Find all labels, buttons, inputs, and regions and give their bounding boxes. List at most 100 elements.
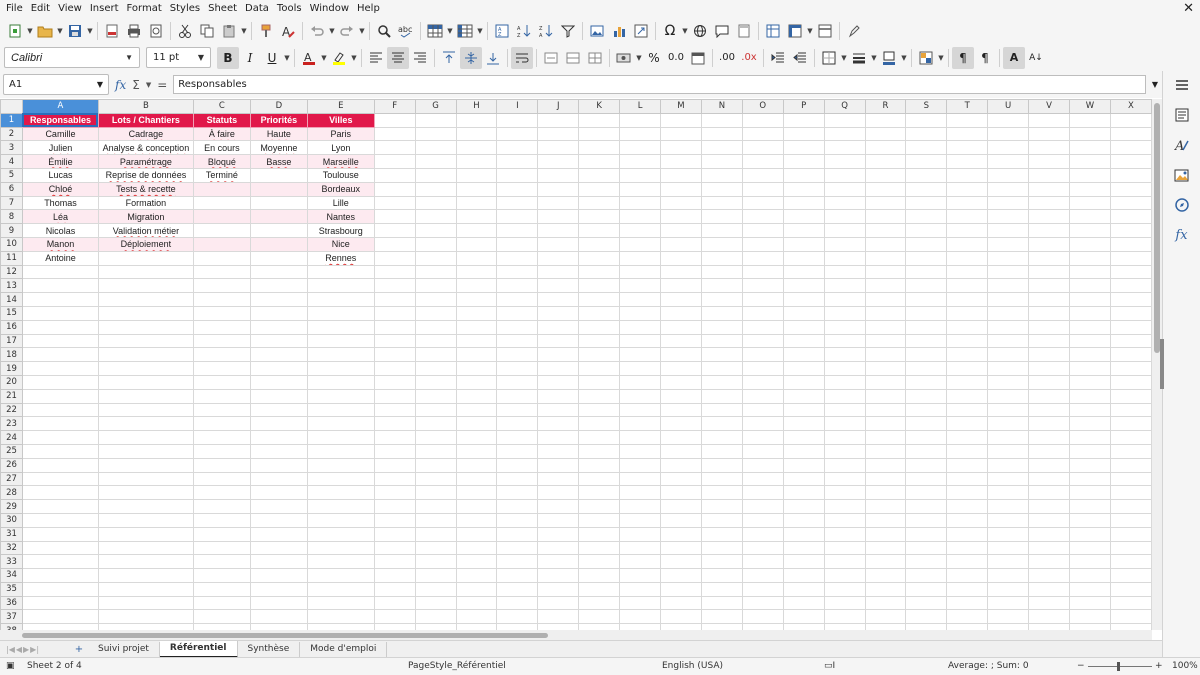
cell-c1[interactable]: Statuts bbox=[192, 112, 251, 128]
cell-p31[interactable] bbox=[782, 526, 825, 542]
cell-w4[interactable] bbox=[1069, 154, 1111, 169]
row-header-5[interactable]: 5 bbox=[0, 167, 23, 183]
cell-t2[interactable] bbox=[946, 126, 989, 142]
cell-j18[interactable] bbox=[537, 347, 580, 363]
cell-g36[interactable] bbox=[414, 595, 457, 611]
cell-f4[interactable] bbox=[373, 154, 416, 169]
cell-k26[interactable] bbox=[578, 457, 621, 473]
cell-p37[interactable] bbox=[782, 609, 825, 625]
cell-q17[interactable] bbox=[823, 333, 866, 349]
cell-u15[interactable] bbox=[987, 305, 1030, 321]
cell-g13[interactable] bbox=[414, 278, 457, 294]
cell-s15[interactable] bbox=[905, 305, 948, 321]
cell-r26[interactable] bbox=[864, 457, 907, 473]
row-header-18[interactable]: 18 bbox=[0, 347, 23, 363]
cell-f31[interactable] bbox=[373, 526, 416, 542]
cell-g14[interactable] bbox=[414, 292, 457, 307]
cell-x29[interactable] bbox=[1109, 499, 1152, 514]
cell-d28[interactable] bbox=[249, 485, 308, 501]
cell-v26[interactable] bbox=[1028, 457, 1071, 473]
cell-k32[interactable] bbox=[578, 540, 621, 556]
cell-t7[interactable] bbox=[946, 195, 989, 211]
cell-c34[interactable] bbox=[192, 568, 251, 583]
cell-v33[interactable] bbox=[1028, 554, 1071, 570]
cell-f1[interactable] bbox=[373, 112, 416, 128]
cell-i26[interactable] bbox=[496, 457, 539, 473]
cell-a9[interactable]: Nicolas bbox=[21, 223, 99, 238]
cell-m9[interactable] bbox=[660, 223, 702, 238]
column-header-x[interactable]: X bbox=[1109, 99, 1152, 114]
cell-n10[interactable] bbox=[700, 236, 743, 252]
cell-f36[interactable] bbox=[373, 595, 416, 611]
cell-e36[interactable] bbox=[306, 595, 375, 611]
cell-o27[interactable] bbox=[741, 471, 784, 487]
cell-n27[interactable] bbox=[700, 471, 743, 487]
cell-v13[interactable] bbox=[1028, 278, 1071, 294]
cell-r4[interactable] bbox=[864, 154, 907, 169]
clear-formatting-icon[interactable]: A bbox=[277, 20, 299, 42]
row-header-21[interactable]: 21 bbox=[0, 388, 23, 404]
cell-m35[interactable] bbox=[660, 581, 702, 597]
sidebar-resize-handle[interactable] bbox=[1160, 339, 1164, 389]
column-header-h[interactable]: H bbox=[455, 99, 498, 114]
cell-g15[interactable] bbox=[414, 305, 457, 321]
cell-l19[interactable] bbox=[619, 361, 662, 376]
cell-x33[interactable] bbox=[1109, 554, 1152, 570]
cell-g33[interactable] bbox=[414, 554, 457, 570]
cell-r10[interactable] bbox=[864, 236, 907, 252]
cell-k7[interactable] bbox=[578, 195, 621, 211]
font-name-box[interactable]: Calibri ▼ bbox=[4, 47, 140, 68]
cell-m11[interactable] bbox=[660, 250, 702, 266]
cell-l9[interactable] bbox=[619, 223, 662, 238]
cell-c29[interactable] bbox=[192, 499, 251, 514]
cell-x18[interactable] bbox=[1109, 347, 1152, 363]
next-sheet-icon[interactable]: ▶ bbox=[23, 645, 29, 654]
cell-g32[interactable] bbox=[414, 540, 457, 556]
cell-p27[interactable] bbox=[782, 471, 825, 487]
cell-w13[interactable] bbox=[1069, 278, 1111, 294]
cell-n26[interactable] bbox=[700, 457, 743, 473]
cell-h37[interactable] bbox=[455, 609, 498, 625]
cell-j37[interactable] bbox=[537, 609, 580, 625]
cell-v27[interactable] bbox=[1028, 471, 1071, 487]
cell-h31[interactable] bbox=[455, 526, 498, 542]
cell-j34[interactable] bbox=[537, 568, 580, 583]
cell-v14[interactable] bbox=[1028, 292, 1071, 307]
cell-s10[interactable] bbox=[905, 236, 948, 252]
comment-icon[interactable] bbox=[711, 20, 733, 42]
cell-c14[interactable] bbox=[192, 292, 251, 307]
cell-f7[interactable] bbox=[373, 195, 416, 211]
cell-j31[interactable] bbox=[537, 526, 580, 542]
cell-f32[interactable] bbox=[373, 540, 416, 556]
cell-n5[interactable] bbox=[700, 167, 743, 183]
cell-h32[interactable] bbox=[455, 540, 498, 556]
cell-q22[interactable] bbox=[823, 402, 866, 418]
cell-g11[interactable] bbox=[414, 250, 457, 266]
cell-s34[interactable] bbox=[905, 568, 948, 583]
language[interactable]: English (USA) bbox=[662, 661, 723, 671]
gallery-icon[interactable] bbox=[1173, 167, 1191, 183]
cell-s6[interactable] bbox=[905, 181, 948, 197]
text-direction-horizontal-icon[interactable]: A bbox=[1003, 46, 1025, 69]
cell-d7[interactable] bbox=[249, 195, 308, 211]
cell-a12[interactable] bbox=[21, 264, 99, 280]
cell-t29[interactable] bbox=[946, 499, 989, 514]
cell-u21[interactable] bbox=[987, 388, 1030, 404]
cell-l33[interactable] bbox=[619, 554, 662, 570]
column-header-c[interactable]: C bbox=[192, 99, 251, 114]
chevron-down-icon[interactable]: ▼ bbox=[26, 27, 34, 35]
menu-insert[interactable]: Insert bbox=[86, 0, 123, 17]
cell-m17[interactable] bbox=[660, 333, 702, 349]
cell-u3[interactable] bbox=[987, 140, 1030, 156]
cell-m32[interactable] bbox=[660, 540, 702, 556]
align-bottom-icon[interactable] bbox=[482, 47, 504, 69]
cell-t37[interactable] bbox=[946, 609, 989, 625]
cell-s20[interactable] bbox=[905, 374, 948, 390]
cell-b36[interactable] bbox=[97, 595, 194, 611]
column-header-v[interactable]: V bbox=[1028, 99, 1071, 114]
cell-m8[interactable] bbox=[660, 209, 702, 225]
menu-sheet[interactable]: Sheet bbox=[204, 0, 241, 17]
cell-n22[interactable] bbox=[700, 402, 743, 418]
cell-r17[interactable] bbox=[864, 333, 907, 349]
cell-g3[interactable] bbox=[414, 140, 457, 156]
